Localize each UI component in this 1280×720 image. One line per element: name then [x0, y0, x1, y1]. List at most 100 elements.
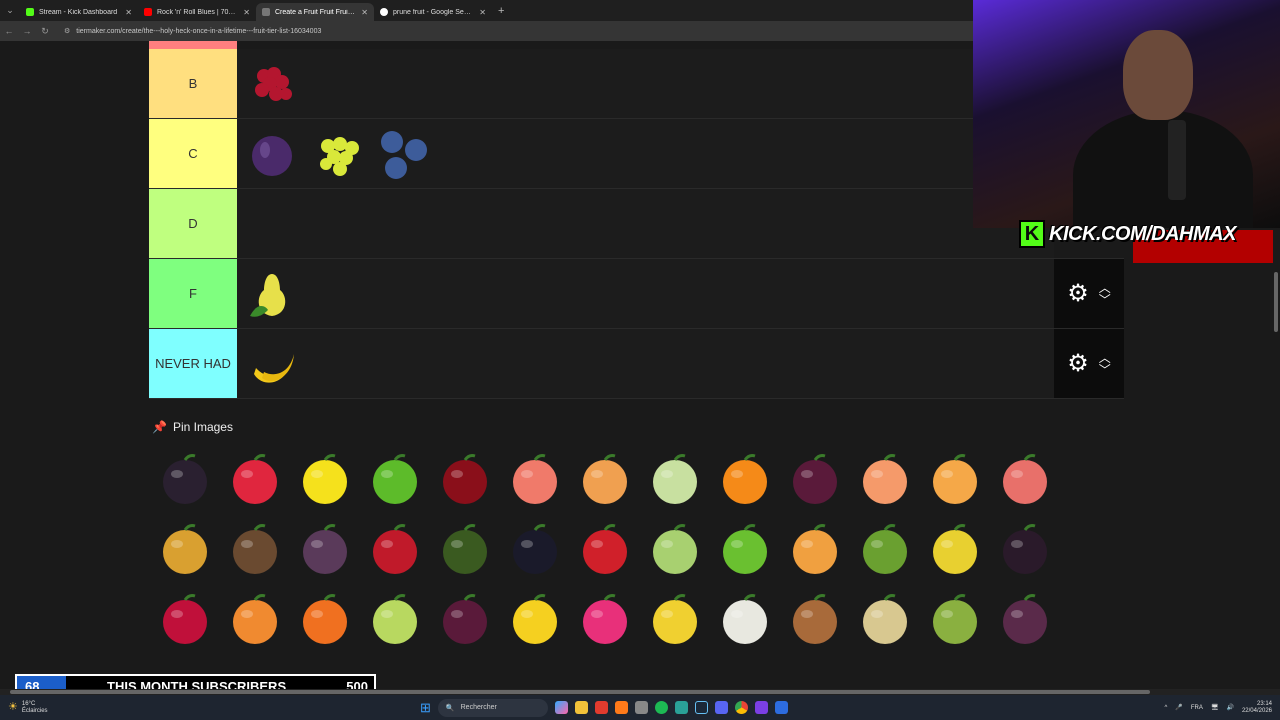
forward-icon[interactable]: → [18, 26, 36, 36]
pear-icon[interactable] [241, 263, 303, 325]
tier-items[interactable] [237, 329, 1054, 398]
yellow-dragon-fruit-icon[interactable] [640, 585, 710, 655]
scrollbar-thumb[interactable] [1274, 272, 1278, 332]
file-explorer-icon[interactable] [574, 701, 588, 714]
reload-icon[interactable]: ↻ [36, 26, 54, 37]
blueberries-icon[interactable] [373, 123, 435, 185]
tab-0[interactable]: Stream - Kick Dashboard ✕ [20, 3, 138, 21]
papaya-icon[interactable] [220, 585, 290, 655]
new-tab-icon[interactable]: + [498, 5, 504, 17]
cranberry-icon[interactable] [150, 585, 220, 655]
nectarine-icon[interactable] [990, 445, 1060, 515]
fig-icon[interactable] [290, 515, 360, 585]
mandarin-icon[interactable] [710, 445, 780, 515]
passion-fruit-icon[interactable] [430, 585, 500, 655]
tier-items[interactable] [237, 119, 1054, 188]
clock[interactable]: 23:14 22/04/2026 [1242, 701, 1272, 715]
close-icon[interactable]: ✕ [479, 8, 486, 17]
pin-images-heading[interactable]: 📌 Pin Images [152, 420, 233, 434]
raspberry-cluster-icon[interactable] [241, 53, 303, 115]
tab-3[interactable]: prune fruit - Google Search ✕ [374, 3, 492, 21]
tab-2[interactable]: Create a Fruit Fruit Fruit F... ✕ [256, 3, 374, 21]
app-purple-icon[interactable] [754, 701, 768, 714]
pineapple-icon[interactable] [150, 515, 220, 585]
close-icon[interactable]: ✕ [361, 8, 368, 17]
copilot-icon[interactable] [554, 701, 568, 714]
app-red-icon[interactable] [594, 701, 608, 714]
taskbar-search[interactable]: 🔍 Rechercher [437, 698, 548, 717]
url-field[interactable]: ⚙ tiermaker.com/create/the---holy-heck-o… [64, 27, 321, 36]
windows-start-icon[interactable]: ⊞ [420, 700, 431, 716]
tier-label[interactable]: F [149, 259, 237, 328]
golden-kiwi-icon[interactable] [920, 515, 990, 585]
tier-label[interactable]: D [149, 189, 237, 258]
white-dragon-fruit-icon[interactable] [710, 585, 780, 655]
app-gray-icon[interactable] [634, 701, 648, 714]
green-apple-icon[interactable] [710, 515, 780, 585]
plums-icon[interactable] [780, 445, 850, 515]
scrollbar-thumb[interactable] [10, 690, 1150, 694]
peach-icon[interactable] [850, 445, 920, 515]
app-orange-icon[interactable] [614, 701, 628, 714]
chevron-up-icon[interactable]: ︿ [1099, 352, 1111, 364]
tier-label[interactable]: C [149, 119, 237, 188]
mangosteen-icon[interactable] [990, 585, 1060, 655]
tier-label[interactable]: NEVER HAD [149, 329, 237, 398]
volume-icon[interactable]: 🔊 [1226, 704, 1233, 711]
persimmon-icon[interactable] [290, 585, 360, 655]
tier-items[interactable] [237, 259, 1054, 328]
steam-icon[interactable] [694, 701, 708, 714]
close-icon[interactable]: ✕ [243, 8, 250, 17]
chevron-up-icon[interactable]: ︿ [1099, 282, 1111, 294]
chevron-down-icon[interactable]: ﹀ [1099, 364, 1111, 376]
tier-items[interactable] [237, 189, 1054, 258]
melon-slice-icon[interactable] [780, 515, 850, 585]
spotify-icon[interactable] [654, 701, 668, 714]
network-icon[interactable]: 🖥 [1211, 704, 1219, 711]
cantaloupe-icon[interactable] [570, 445, 640, 515]
tier-label[interactable]: B [149, 49, 237, 118]
gear-icon[interactable]: ⚙ [1067, 349, 1089, 378]
app-blue-icon[interactable] [774, 701, 788, 714]
blackcurrant-icon[interactable] [500, 515, 570, 585]
discord-icon[interactable] [714, 701, 728, 714]
mulberry-icon[interactable] [990, 515, 1060, 585]
grapefruit-icon[interactable] [500, 445, 570, 515]
kiwi-icon[interactable] [850, 515, 920, 585]
site-info-icon[interactable]: ⚙ [64, 27, 70, 35]
apricots-icon[interactable] [920, 445, 990, 515]
chevron-down-icon[interactable]: ﹀ [1099, 294, 1111, 306]
plum-icon[interactable] [241, 123, 303, 185]
coconut-icon[interactable] [220, 515, 290, 585]
tab-1[interactable]: Rock 'n' Roll Blues | 70s Su... ✕ [138, 3, 256, 21]
cherries-icon[interactable] [430, 445, 500, 515]
gooseberry-icon[interactable] [640, 515, 710, 585]
tier-items[interactable] [237, 49, 1054, 118]
back-icon[interactable]: ← [0, 26, 18, 36]
weather-widget[interactable]: ☀ 16°C Éclaircies [0, 701, 420, 715]
close-icon[interactable]: ✕ [125, 8, 132, 17]
guava-icon[interactable] [360, 585, 430, 655]
redcurrant-icon[interactable] [570, 515, 640, 585]
dragon-fruit-icon[interactable] [570, 585, 640, 655]
raspberry-icon[interactable] [220, 445, 290, 515]
star-fruit-icon[interactable] [500, 585, 570, 655]
language-indicator[interactable]: FRA [1191, 705, 1203, 711]
chrome-icon[interactable] [734, 701, 748, 714]
avocado-icon[interactable] [430, 515, 500, 585]
chevron-up-icon[interactable]: ^ [1165, 705, 1168, 711]
honeydew-icon[interactable] [640, 445, 710, 515]
blackberry-icon[interactable] [150, 445, 220, 515]
banana-icon[interactable] [241, 333, 303, 395]
app-teal-icon[interactable] [674, 701, 688, 714]
feijoa-icon[interactable] [920, 585, 990, 655]
gear-icon[interactable]: ⚙ [1067, 279, 1089, 308]
green-grapes-icon[interactable] [307, 123, 369, 185]
lime-icon[interactable] [360, 445, 430, 515]
mic-icon[interactable]: 🎤 [1175, 704, 1182, 711]
sapodilla-icon[interactable] [780, 585, 850, 655]
tab-search-icon[interactable]: ⌄ [0, 0, 20, 21]
pomegranate-icon[interactable] [360, 515, 430, 585]
longan-icon[interactable] [850, 585, 920, 655]
lemon-icon[interactable] [290, 445, 360, 515]
